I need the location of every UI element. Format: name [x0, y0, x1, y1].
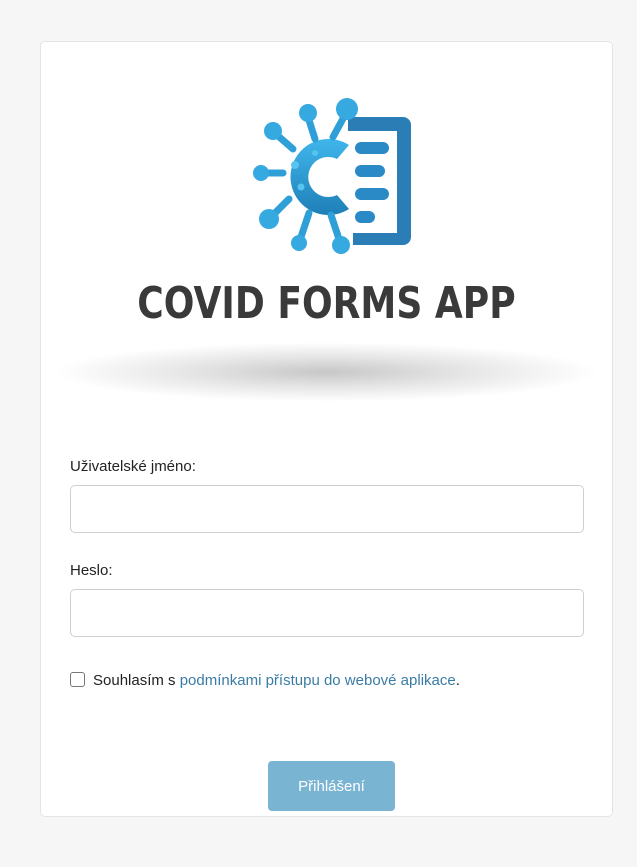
logo-shadow [51, 342, 601, 402]
virus-form-icon [253, 98, 411, 254]
consent-prefix-text: Souhlasím s [93, 672, 180, 689]
username-label: Uživatelské jméno: [70, 458, 196, 475]
app-logo: COVID FORMS APP [41, 42, 612, 442]
username-input[interactable] [70, 485, 584, 533]
login-page: COVID FORMS APP Uživatelské jméno: Heslo… [0, 0, 637, 867]
consent-row: Souhlasím s podmínkami přístupu do webov… [70, 664, 570, 698]
consent-checkbox[interactable] [70, 672, 85, 687]
consent-suffix-text: . [455, 672, 460, 689]
password-label: Heslo: [70, 562, 113, 579]
login-button[interactable]: Přihlášení [268, 761, 395, 811]
login-card: COVID FORMS APP Uživatelské jméno: Heslo… [40, 41, 613, 817]
terms-link[interactable]: podmínkami přístupu do webové aplikace [180, 672, 456, 689]
password-input[interactable] [70, 589, 584, 637]
app-logo-text: COVID FORMS APP [137, 278, 516, 329]
